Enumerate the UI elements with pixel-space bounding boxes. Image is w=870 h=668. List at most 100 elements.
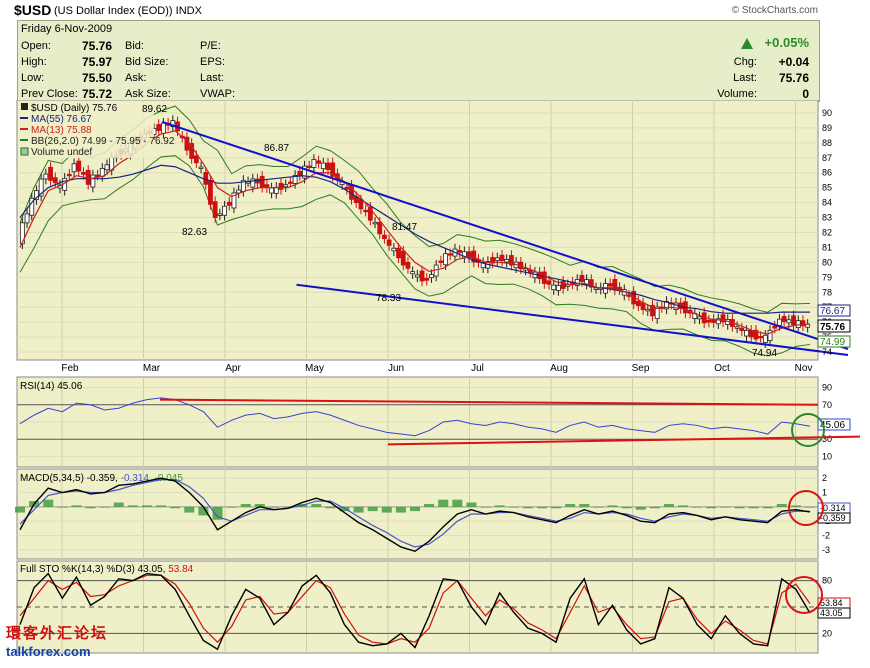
copyright-link[interactable]: © StockCharts.com xyxy=(732,5,818,16)
macd-hist-bar xyxy=(565,503,576,507)
price-y-tick-label: 81 xyxy=(822,242,832,252)
ask-label: Ask: xyxy=(125,72,147,84)
price-y-tick-label: 80 xyxy=(822,257,832,267)
price-candle-body xyxy=(43,173,49,180)
price-candle-body xyxy=(419,270,425,282)
x-tick-label-mar: Mar xyxy=(143,363,161,374)
price-candle-body xyxy=(193,155,199,164)
macd-hist-bar xyxy=(15,506,25,513)
macd-hist-bar xyxy=(381,506,392,513)
macd-hist-bar xyxy=(268,506,279,508)
macd-hist-bar xyxy=(635,506,646,510)
price-candle-body xyxy=(443,253,448,266)
bidsize-label: Bid Size: xyxy=(125,56,169,68)
macd-hist-bar xyxy=(466,502,477,507)
x-axis-ticks: Feb Mar Apr May Jun Jul Aug Sep Oct Nov xyxy=(61,363,812,374)
macd-hist-bar xyxy=(551,506,562,509)
price-y-tick-label: 85 xyxy=(822,183,832,193)
price-candle-body xyxy=(579,275,585,282)
price-candle-body xyxy=(382,234,387,240)
badge-sto-d-text: 53.84 xyxy=(820,598,843,608)
price-candle-body xyxy=(541,271,547,284)
price-candle-body xyxy=(99,167,105,177)
macd-hist-bar xyxy=(480,506,491,508)
price-candle-body xyxy=(786,319,792,324)
price-candle-body xyxy=(208,179,213,205)
macd-hist-bar xyxy=(184,506,195,513)
x-tick-label-oct: Oct xyxy=(714,363,730,374)
price-candle-body xyxy=(212,201,218,218)
annotation-high-apr: 86.87 xyxy=(264,143,289,154)
price-y-tick-label: 88 xyxy=(822,138,832,148)
rsi-y-tick-label: 10 xyxy=(822,451,832,461)
prevclose-value: 75.72 xyxy=(82,87,113,101)
price-y-tick-label: 86 xyxy=(822,168,832,178)
macd-hist-bar xyxy=(663,503,674,507)
price-candle-body xyxy=(546,280,552,285)
x-tick-label-nov: Nov xyxy=(795,363,813,374)
price-candle-body xyxy=(217,213,223,216)
macd-hist-bar xyxy=(156,505,167,507)
price-candle-body xyxy=(551,284,557,291)
macd-hist-bar xyxy=(494,505,505,507)
macd-hist-bar xyxy=(649,506,660,509)
macd-hist-bar xyxy=(692,506,703,508)
vwap-label: VWAP: xyxy=(200,88,236,100)
asksize-label: Ask Size: xyxy=(125,88,171,100)
up-arrow-icon xyxy=(741,38,753,49)
macd-hist-bar xyxy=(113,502,124,507)
macd-hist-bar xyxy=(127,505,138,507)
title-bar: $USD (US Dollar Index (EOD)) INDX © Stoc… xyxy=(0,0,870,20)
price-candle-body xyxy=(447,253,453,256)
price-candle-body xyxy=(762,334,768,343)
price-candle-body xyxy=(259,175,265,188)
price-candle-body xyxy=(504,259,510,263)
price-candle-body xyxy=(377,221,383,235)
price-candle-body xyxy=(499,254,505,262)
annotation-high-jun: 81.47 xyxy=(392,222,417,233)
price-candle-body xyxy=(316,160,322,164)
price-candle-body xyxy=(791,315,796,326)
price-candle-body xyxy=(325,162,331,170)
rsi-y-tick-label: 70 xyxy=(822,400,832,410)
prevclose-label: Prev Close: xyxy=(21,88,78,100)
x-tick-label-apr: Apr xyxy=(225,363,241,374)
price-candle-body xyxy=(556,285,561,291)
macd-hist-bar xyxy=(170,506,181,509)
price-candle-body xyxy=(156,124,162,131)
price-candle-body xyxy=(104,164,110,171)
macd-hist-bar xyxy=(522,506,533,509)
price-y-tick-label: 84 xyxy=(822,198,832,208)
legend-volume: Volume undef xyxy=(31,147,92,158)
price-y-tick-label: 90 xyxy=(822,108,832,118)
price-candle-body xyxy=(344,186,350,190)
macd-hist-bar xyxy=(226,506,237,508)
price-candle-body xyxy=(635,300,641,307)
price-candle-body xyxy=(71,163,77,173)
legend-bb: BB(26,2.0) 74.99 - 75.95 - 76.92 xyxy=(31,136,175,147)
chart-svg: FebMarAprMayJunJulAugSepOctNov 747576777… xyxy=(15,100,861,654)
high-value: 75.97 xyxy=(82,55,113,69)
price-candle-body xyxy=(226,201,232,206)
price-candle-body xyxy=(457,250,463,253)
price-candle-body xyxy=(198,166,204,169)
quote-date: Friday 6-Nov-2009 xyxy=(21,23,113,35)
macd-hist-bar xyxy=(424,503,435,507)
sto-y-tick-label: 80 xyxy=(822,576,832,586)
open-value: 75.76 xyxy=(82,39,113,53)
price-candle-body xyxy=(748,330,754,338)
price-candle-body xyxy=(429,274,434,279)
macd-hist-bar xyxy=(141,505,152,507)
x-tick-label-jul: Jul xyxy=(471,363,484,374)
macd-hist-bar xyxy=(85,506,96,509)
price-y-tick-label: 74 xyxy=(822,347,832,357)
price-y-tick-label: 78 xyxy=(822,287,832,297)
symbol-name: (US Dollar Index (EOD)) INDX xyxy=(54,5,202,17)
change-percent: +0.05% xyxy=(764,35,809,50)
last-value: 75.76 xyxy=(778,71,809,85)
bid-label: Bid: xyxy=(125,40,144,52)
volume-value: 0 xyxy=(802,87,809,101)
price-candle-body xyxy=(739,327,745,332)
price-candle-body xyxy=(772,325,778,329)
x-tick-label-feb: Feb xyxy=(61,363,79,374)
